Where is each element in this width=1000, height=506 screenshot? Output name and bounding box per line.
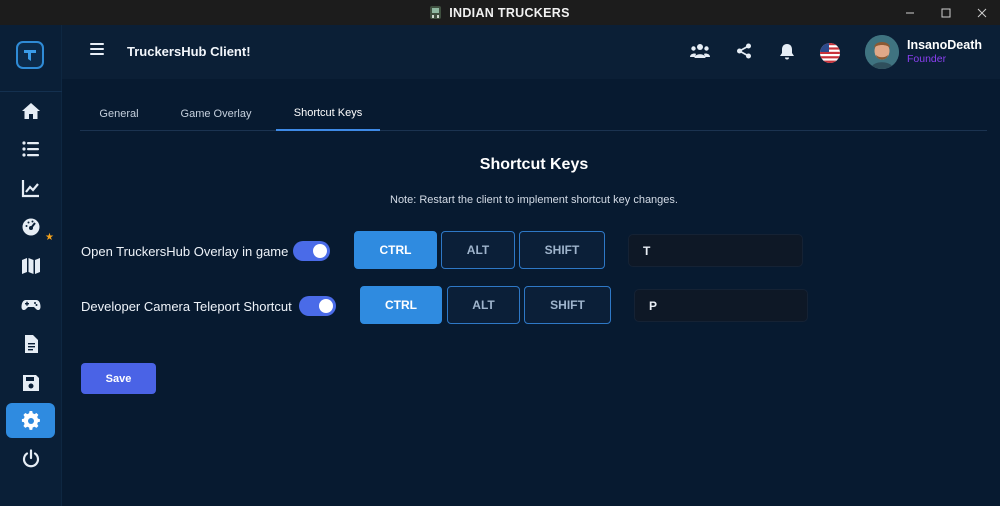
minimize-icon[interactable] xyxy=(892,0,928,25)
settings-tabs: General Game Overlay Shortcut Keys xyxy=(80,97,987,131)
language-flag-us-icon[interactable] xyxy=(820,43,840,63)
gauge-icon xyxy=(22,218,39,235)
sidebar-item-save[interactable] xyxy=(6,365,55,400)
window-title: INDIAN TRUCKERS xyxy=(430,6,569,20)
sidebar-divider xyxy=(0,91,62,92)
document-icon xyxy=(24,334,38,353)
shortcut-label-overlay: Open TruckersHub Overlay in game xyxy=(81,244,289,259)
restart-note: Note: Restart the client to implement sh… xyxy=(390,194,678,206)
user-role: Founder xyxy=(907,53,947,65)
camera-key-input[interactable]: P xyxy=(634,289,808,322)
camera-shift-button[interactable]: SHIFT xyxy=(524,286,611,324)
sidebar-item-games[interactable] xyxy=(6,287,55,322)
camera-alt-button[interactable]: ALT xyxy=(447,286,520,324)
settings-icon xyxy=(21,410,40,430)
avatar[interactable] xyxy=(865,35,899,69)
overlay-alt-button[interactable]: ALT xyxy=(441,231,515,269)
window-titlebar: INDIAN TRUCKERS xyxy=(0,0,1000,25)
users-icon[interactable] xyxy=(690,41,710,61)
gamepad-icon xyxy=(21,299,40,310)
camera-ctrl-button[interactable]: CTRL xyxy=(360,286,442,324)
close-icon[interactable] xyxy=(964,0,1000,25)
tab-general[interactable]: General xyxy=(80,97,158,131)
save-icon xyxy=(22,374,39,391)
overlay-key-input[interactable]: T xyxy=(628,234,803,267)
power-icon xyxy=(22,448,39,467)
save-button[interactable]: Save xyxy=(81,363,156,394)
sidebar-item-map[interactable] xyxy=(6,248,55,283)
overlay-shift-button[interactable]: SHIFT xyxy=(519,231,605,269)
maximize-icon[interactable] xyxy=(928,0,964,25)
app-icon xyxy=(430,6,442,19)
page-title: TruckersHub Client! xyxy=(127,44,251,59)
sidebar-item-settings[interactable] xyxy=(6,403,55,438)
section-title: Shortcut Keys xyxy=(479,156,589,173)
camera-shortcut-toggle[interactable] xyxy=(299,296,336,316)
notification-bell-icon[interactable] xyxy=(777,41,797,61)
map-icon xyxy=(21,257,40,274)
sidebar-item-logout[interactable] xyxy=(6,441,55,476)
home-icon xyxy=(21,102,40,119)
overlay-shortcut-toggle[interactable] xyxy=(293,241,330,261)
truckershub-logo-icon[interactable] xyxy=(16,41,44,69)
window-title-text: INDIAN TRUCKERS xyxy=(449,5,570,20)
tab-game-overlay[interactable]: Game Overlay xyxy=(165,97,267,131)
menu-icon[interactable] xyxy=(90,43,104,55)
sidebar-item-documents[interactable] xyxy=(6,326,55,361)
header: TruckersHub Client! InsanoDeath Founder xyxy=(62,25,1000,79)
user-name: InsanoDeath xyxy=(907,38,983,52)
sidebar: ★ xyxy=(0,25,62,506)
favorite-star-icon: ★ xyxy=(45,232,54,243)
sidebar-item-home[interactable] xyxy=(6,93,55,128)
overlay-ctrl-button[interactable]: CTRL xyxy=(354,231,437,269)
shortcut-label-camera: Developer Camera Teleport Shortcut xyxy=(81,299,292,314)
tab-shortcut-keys[interactable]: Shortcut Keys xyxy=(276,97,380,131)
share-icon[interactable] xyxy=(734,41,754,61)
